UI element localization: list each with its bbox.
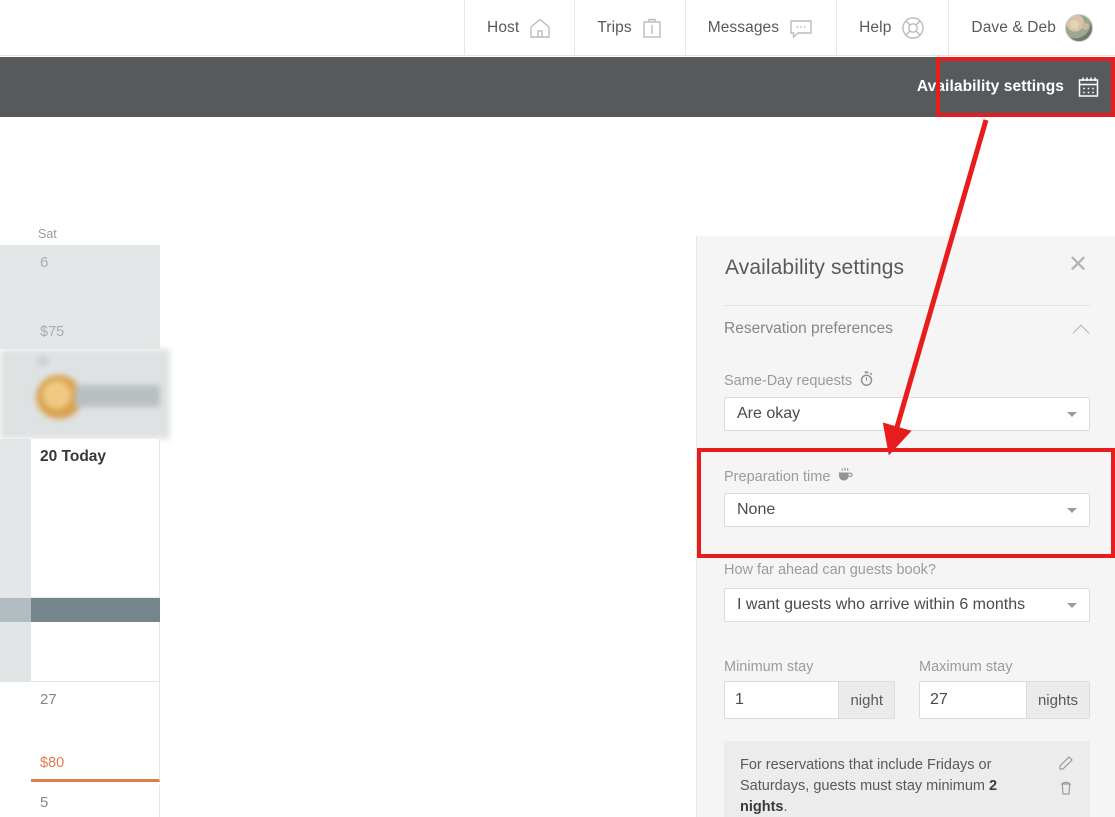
minimum-stay-input[interactable] bbox=[725, 682, 839, 718]
nav-item-host[interactable]: Host bbox=[464, 0, 574, 56]
preparation-time-value: None bbox=[737, 501, 776, 518]
maximum-stay-unit: nights bbox=[1025, 682, 1089, 718]
maximum-stay-field[interactable]: nights bbox=[919, 681, 1090, 719]
availability-settings-label: Availability settings bbox=[916, 78, 1064, 95]
advance-notice-label-text: How far ahead can guests book? bbox=[724, 562, 936, 578]
nav-item-help-label: Help bbox=[859, 19, 892, 37]
calendar-cell-price: $75 bbox=[40, 324, 65, 340]
calendar-gutter bbox=[0, 439, 31, 598]
lifebuoy-icon bbox=[900, 15, 926, 41]
nav-item-messages-label: Messages bbox=[707, 19, 780, 37]
top-navigation-bar: Host Trips Messages Help Dave & Deb bbox=[0, 0, 1115, 56]
pencil-icon[interactable] bbox=[1058, 755, 1074, 771]
calendar-cell-day: 6 bbox=[40, 254, 49, 271]
nav-item-help[interactable]: Help bbox=[836, 0, 948, 56]
calendar-day-header: Sat bbox=[38, 227, 57, 241]
nav-item-trips-label: Trips bbox=[597, 19, 632, 37]
calendar-cell[interactable] bbox=[31, 622, 160, 682]
calendar-icon bbox=[1076, 75, 1101, 100]
chevron-down-icon bbox=[1067, 412, 1077, 417]
calendar-cell[interactable]: 27 $80 bbox=[31, 682, 160, 782]
close-icon[interactable]: ✕ bbox=[1064, 252, 1092, 280]
panel-divider bbox=[724, 305, 1090, 306]
calendar-cell[interactable]: 5 $80 bbox=[31, 785, 160, 817]
preparation-time-select[interactable]: None bbox=[724, 493, 1090, 527]
minimum-stay-label-text: Minimum stay bbox=[724, 659, 814, 675]
advance-notice-select[interactable]: I want guests who arrive within 6 months bbox=[724, 588, 1090, 622]
calendar-gutter-2 bbox=[0, 622, 31, 682]
nav-item-messages[interactable]: Messages bbox=[684, 0, 836, 56]
maximum-stay-label-text: Maximum stay bbox=[919, 659, 1013, 675]
same-day-requests-label-text: Same-Day requests bbox=[724, 373, 853, 389]
same-day-requests-select[interactable]: Are okay bbox=[724, 397, 1090, 431]
calendar-cell-price: $80 bbox=[40, 755, 65, 771]
same-day-requests-value: Are okay bbox=[737, 405, 801, 422]
section-title: Reservation preferences bbox=[724, 320, 893, 337]
custom-rule-text-before: For reservations that include Fridays or… bbox=[740, 757, 992, 794]
coffee-cup-icon bbox=[837, 467, 853, 487]
nav-item-user-label: Dave & Deb bbox=[971, 19, 1056, 37]
nav-item-user-account[interactable]: Dave & Deb bbox=[948, 0, 1115, 56]
calendar-cell-day: 27 bbox=[40, 691, 57, 708]
home-icon bbox=[528, 16, 552, 40]
maximum-stay-label: Maximum stay bbox=[919, 659, 1012, 675]
advance-notice-label: How far ahead can guests book? bbox=[724, 562, 936, 578]
panel-header: Availability settings ✕ bbox=[725, 252, 1095, 310]
calendar-gutter-past bbox=[0, 245, 31, 349]
reservation-label-bar bbox=[75, 385, 160, 407]
calendar-cell-day: 5 bbox=[40, 794, 49, 811]
calendar-cell-today[interactable]: 20 Today bbox=[31, 439, 160, 598]
custom-rule-actions bbox=[1058, 755, 1074, 796]
app-screen: Host Trips Messages Help Dave & Deb Avai… bbox=[0, 0, 1115, 817]
stopwatch-icon bbox=[859, 371, 874, 391]
chevron-down-icon bbox=[1067, 508, 1077, 513]
custom-rule-text: For reservations that include Fridays or… bbox=[740, 755, 1030, 817]
advance-notice-value: I want guests who arrive within 6 months bbox=[737, 596, 1026, 613]
reservation-dot bbox=[38, 357, 48, 365]
custom-rule-text-after: . bbox=[783, 799, 788, 815]
calendar-reservation-preview bbox=[0, 349, 170, 439]
panel-title: Availability settings bbox=[725, 256, 905, 279]
preparation-time-label: Preparation time bbox=[724, 467, 853, 487]
booking-bar-left-segment bbox=[0, 598, 31, 622]
availability-calendar: Sat 6 $75 20 Today 27 $80 5 bbox=[0, 117, 170, 817]
section-reservation-preferences[interactable]: Reservation preferences bbox=[724, 320, 1090, 338]
preparation-time-label-text: Preparation time bbox=[724, 469, 831, 485]
calendar-cell[interactable]: 6 $75 bbox=[31, 245, 160, 349]
same-day-requests-label: Same-Day requests bbox=[724, 371, 874, 391]
trash-icon[interactable] bbox=[1058, 780, 1074, 796]
minimum-stay-unit: night bbox=[838, 682, 894, 718]
nav-item-trips[interactable]: Trips bbox=[574, 0, 684, 56]
host-toolbar: Availability settings bbox=[0, 57, 1115, 117]
minimum-stay-field[interactable]: night bbox=[724, 681, 895, 719]
avatar bbox=[1065, 14, 1093, 42]
custom-rule-item: For reservations that include Fridays or… bbox=[724, 741, 1090, 817]
booking-bar[interactable] bbox=[31, 598, 160, 622]
chevron-up-icon[interactable] bbox=[1074, 321, 1090, 337]
minimum-stay-label: Minimum stay bbox=[724, 659, 813, 675]
briefcase-icon bbox=[641, 16, 663, 40]
message-bubble-icon bbox=[788, 16, 814, 40]
maximum-stay-input[interactable] bbox=[920, 682, 1026, 718]
nav-item-host-label: Host bbox=[487, 19, 520, 37]
availability-settings-button[interactable]: Availability settings bbox=[893, 57, 1115, 117]
chevron-down-icon bbox=[1067, 603, 1077, 608]
calendar-cell-day: 20 Today bbox=[40, 448, 107, 465]
